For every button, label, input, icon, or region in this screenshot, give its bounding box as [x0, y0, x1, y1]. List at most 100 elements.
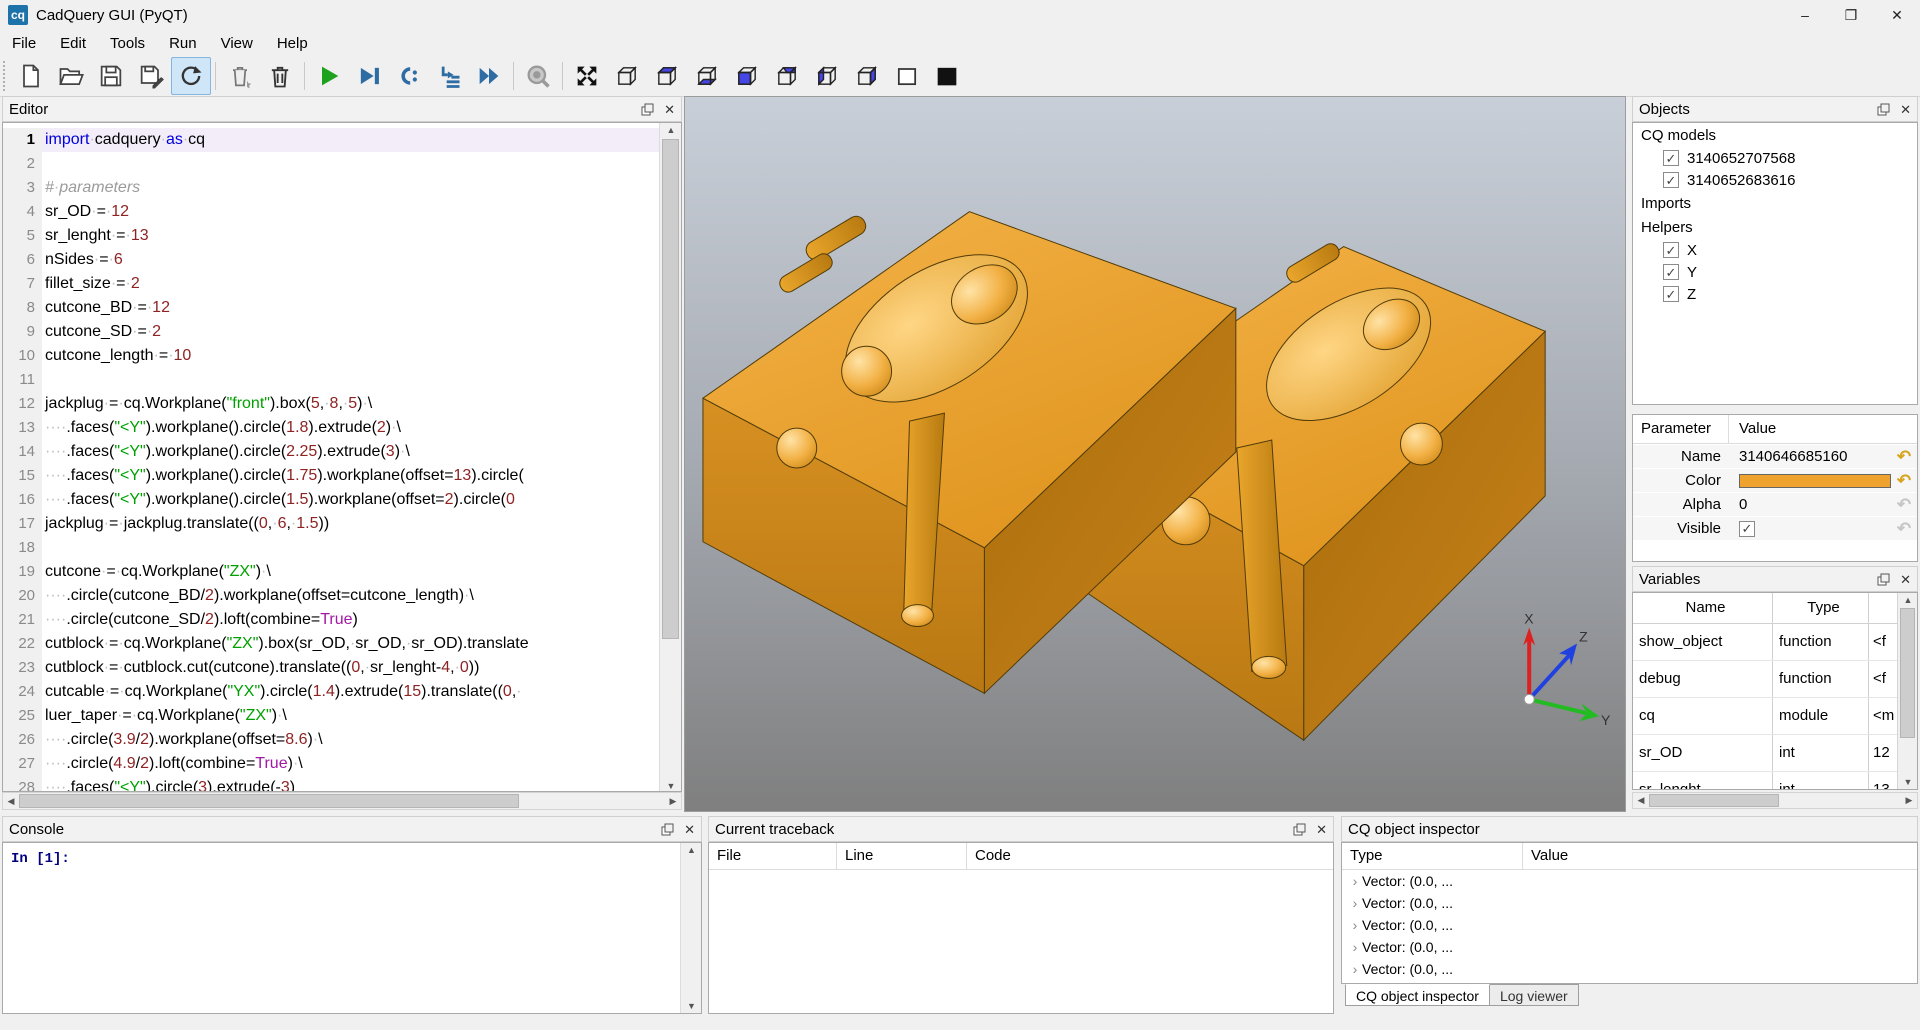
code-line-20[interactable]: 20····.circle(cutcone_BD/2).workplane(of… — [3, 584, 659, 608]
console[interactable]: In [1]: ▲ ▼ — [2, 842, 702, 1014]
variable-row-cq[interactable]: cqmodule<m — [1633, 698, 1897, 735]
code-line-9[interactable]: 9cutcone_SD·=·2 — [3, 320, 659, 344]
open-file-button[interactable] — [51, 57, 91, 95]
tree-group-helpers[interactable]: Helpers — [1633, 215, 1917, 239]
scroll-left-arrow[interactable]: ◀ — [1635, 793, 1647, 808]
close-panel-icon[interactable]: ✕ — [684, 823, 695, 836]
console-vertical-scrollbar[interactable]: ▲ ▼ — [680, 843, 702, 1013]
view-left-button[interactable] — [807, 57, 847, 95]
close-panel-icon[interactable]: ✕ — [1316, 823, 1327, 836]
variables-vertical-scrollbar[interactable]: ▲ ▼ — [1897, 593, 1918, 789]
close-button[interactable]: ✕ — [1874, 0, 1920, 30]
view-right-button[interactable] — [847, 57, 887, 95]
float-panel-icon[interactable] — [1877, 573, 1890, 586]
maximize-button[interactable]: ❐ — [1828, 0, 1874, 30]
float-panel-icon[interactable] — [1293, 823, 1306, 836]
code-line-26[interactable]: 26····.circle(3.9/2).workplane(offset=8.… — [3, 728, 659, 752]
parameter-value[interactable]: 0 — [1729, 496, 1891, 513]
code-line-24[interactable]: 24cutcable·=·cq.Workplane("YX").circle(1… — [3, 680, 659, 704]
scroll-left-arrow[interactable]: ◀ — [5, 793, 17, 809]
code-line-21[interactable]: 21····.circle(cutcone_SD/2).loft(combine… — [3, 608, 659, 632]
persp-white-button[interactable] — [887, 57, 927, 95]
variables-table[interactable]: NameTypeshow_objectfunction<fdebugfuncti… — [1632, 592, 1918, 790]
close-panel-icon[interactable]: ✕ — [1900, 103, 1911, 116]
inspector-row[interactable]: ›Vector: (0.0, ... — [1342, 914, 1917, 936]
close-panel-icon[interactable]: ✕ — [664, 103, 675, 116]
code-editor[interactable]: 1import·cadquery·as·cq23#·parameters4sr_… — [2, 122, 682, 792]
inspect-button[interactable] — [518, 57, 558, 95]
parameter-value[interactable]: ✓ — [1729, 521, 1891, 537]
variable-row-debug[interactable]: debugfunction<f — [1633, 661, 1897, 698]
code-line-5[interactable]: 5sr_lenght·=·13 — [3, 224, 659, 248]
expand-chevron-icon[interactable]: › — [1348, 961, 1362, 977]
step-button[interactable] — [429, 57, 469, 95]
objects-tree[interactable]: CQ models✓3140652707568✓3140652683616Imp… — [1632, 122, 1918, 405]
inspector-table[interactable]: Type Value ›Vector: (0.0, ...›Vector: (0… — [1341, 842, 1918, 984]
toolbar-grip[interactable] — [3, 61, 11, 91]
menu-item-edit[interactable]: Edit — [48, 32, 98, 55]
expand-chevron-icon[interactable]: › — [1348, 917, 1362, 933]
view-front-button[interactable] — [727, 57, 767, 95]
checkbox[interactable]: ✓ — [1663, 150, 1679, 166]
undo-icon[interactable]: ↶ — [1891, 471, 1917, 491]
parameter-value[interactable] — [1729, 474, 1891, 488]
fit-view-button[interactable] — [567, 57, 607, 95]
code-line-22[interactable]: 22cutblock·=·cq.Workplane("ZX").box(sr_O… — [3, 632, 659, 656]
expand-chevron-icon[interactable]: › — [1348, 895, 1362, 911]
scroll-down-arrow[interactable]: ▼ — [660, 779, 682, 792]
code-line-18[interactable]: 18 — [3, 536, 659, 560]
breakpoints-button[interactable] — [389, 57, 429, 95]
view-bottom-button[interactable] — [687, 57, 727, 95]
inspector-row[interactable]: ›Vector: (0.0, ... — [1342, 958, 1917, 980]
code-line-6[interactable]: 6nSides·=·6 — [3, 248, 659, 272]
view-back-button[interactable] — [767, 57, 807, 95]
tree-group-imports[interactable]: Imports — [1633, 191, 1917, 215]
code-line-3[interactable]: 3#·parameters — [3, 176, 659, 200]
variables-horizontal-scrollbar[interactable]: ◀ ▶ — [1632, 792, 1918, 809]
render-button[interactable] — [220, 57, 260, 95]
float-panel-icon[interactable] — [661, 823, 674, 836]
save-button[interactable] — [91, 57, 131, 95]
code-line-16[interactable]: 16····.faces("<Y").workplane().circle(1.… — [3, 488, 659, 512]
run-button[interactable] — [309, 57, 349, 95]
checkbox[interactable]: ✓ — [1663, 172, 1679, 188]
variable-row-sr_OD[interactable]: sr_ODint12 — [1633, 735, 1897, 772]
scroll-down-arrow[interactable]: ▼ — [1898, 775, 1918, 789]
variable-row-show_object[interactable]: show_objectfunction<f — [1633, 624, 1897, 661]
editor-horizontal-scrollbar[interactable]: ◀ ▶ — [2, 792, 682, 810]
save-as-button[interactable] — [131, 57, 171, 95]
code-line-4[interactable]: 4sr_OD·=·12 — [3, 200, 659, 224]
new-file-button[interactable] — [11, 57, 51, 95]
tab-cq-object-inspector[interactable]: CQ object inspector — [1345, 984, 1490, 1006]
expand-chevron-icon[interactable]: › — [1348, 939, 1362, 955]
close-panel-icon[interactable]: ✕ — [1900, 573, 1911, 586]
view-top-button[interactable] — [647, 57, 687, 95]
menu-item-view[interactable]: View — [209, 32, 265, 55]
menu-item-file[interactable]: File — [0, 32, 48, 55]
tree-group-cq-models[interactable]: CQ models — [1633, 123, 1917, 147]
checkbox[interactable]: ✓ — [1663, 286, 1679, 302]
code-line-13[interactable]: 13····.faces("<Y").workplane().circle(1.… — [3, 416, 659, 440]
code-line-2[interactable]: 2 — [3, 152, 659, 176]
code-line-23[interactable]: 23cutblock·=·cutblock.cut(cutcone).trans… — [3, 656, 659, 680]
continue-button[interactable] — [469, 57, 509, 95]
scroll-up-arrow[interactable]: ▲ — [681, 843, 702, 857]
inspector-row[interactable]: ›Vector: (0.0, ... — [1342, 892, 1917, 914]
tree-item[interactable]: ✓3140652707568 — [1633, 147, 1917, 169]
debug-button[interactable] — [349, 57, 389, 95]
tree-item[interactable]: ✓X — [1633, 239, 1917, 261]
code-line-1[interactable]: 1import·cadquery·as·cq — [3, 128, 659, 152]
code-area[interactable]: 1import·cadquery·as·cq23#·parameters4sr_… — [3, 123, 659, 792]
clear-button[interactable] — [260, 57, 300, 95]
checkbox[interactable]: ✓ — [1663, 264, 1679, 280]
menu-item-run[interactable]: Run — [157, 32, 209, 55]
parameter-value[interactable]: 3140646685160 — [1729, 448, 1891, 465]
float-panel-icon[interactable] — [1877, 103, 1890, 116]
code-line-25[interactable]: 25luer_taper·=·cq.Workplane("ZX")·\ — [3, 704, 659, 728]
code-line-17[interactable]: 17jackplug·=·jackplug.translate((0,·6,·1… — [3, 512, 659, 536]
code-line-12[interactable]: 12jackplug·=·cq.Workplane("front").box(5… — [3, 392, 659, 416]
code-line-27[interactable]: 27····.circle(4.9/2).loft(combine=True)·… — [3, 752, 659, 776]
code-line-8[interactable]: 8cutcone_BD·=·12 — [3, 296, 659, 320]
menu-item-help[interactable]: Help — [265, 32, 320, 55]
minimize-button[interactable]: – — [1782, 0, 1828, 30]
